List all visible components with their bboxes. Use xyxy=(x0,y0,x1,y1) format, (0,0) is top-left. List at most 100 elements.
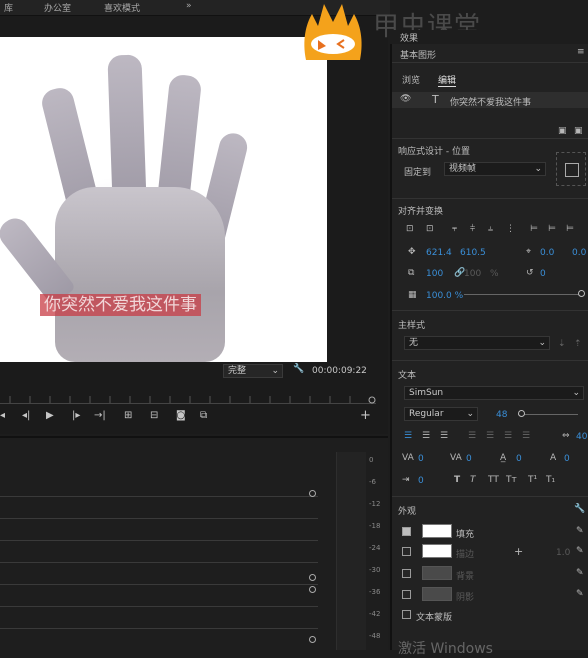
superscript-button[interactable]: T¹ xyxy=(528,475,537,485)
kerning-value[interactable]: 0 xyxy=(418,454,424,464)
eyedropper-icon[interactable]: ✎ xyxy=(576,568,584,578)
stroke-color-swatch[interactable] xyxy=(422,544,452,558)
scrub-bar[interactable] xyxy=(0,390,376,404)
step-forward-icon[interactable]: |▸ xyxy=(72,410,80,421)
rotation-value[interactable]: 0 xyxy=(540,269,546,279)
position-y-value[interactable]: 610.5 xyxy=(460,248,486,258)
justify-right-icon[interactable]: ☰ xyxy=(504,431,512,441)
baseline-value[interactable]: 0 xyxy=(516,454,522,464)
align-text-right-icon[interactable]: ☰ xyxy=(440,431,448,441)
brand-logo-icon xyxy=(300,0,366,66)
add-stroke-icon[interactable]: + xyxy=(514,545,523,558)
layer-options-icon[interactable]: ▣ xyxy=(574,126,583,136)
push-up-icon[interactable]: ⇡ xyxy=(574,339,582,349)
stroke-width-value[interactable]: 1.0 xyxy=(556,548,570,558)
divider xyxy=(392,310,588,311)
all-caps-button[interactable]: TT xyxy=(488,475,499,485)
font-size-slider-thumb[interactable] xyxy=(518,410,525,417)
wrench-icon[interactable]: 🔧 xyxy=(574,504,585,514)
layer-row[interactable]: 👁 T 你突然不爱我这件事 xyxy=(392,92,588,108)
eye-icon[interactable]: 👁 xyxy=(400,94,411,104)
align-top-icon[interactable]: ⫧ xyxy=(452,224,457,234)
extract-icon[interactable]: ⊟ xyxy=(150,410,158,421)
font-family-dropdown[interactable]: SimSun ⌄ xyxy=(404,386,584,400)
mark-in-icon[interactable]: ◂ xyxy=(0,410,5,421)
track-handle[interactable] xyxy=(309,490,316,497)
more-workspaces-icon[interactable]: » xyxy=(186,1,192,11)
pin-to-dropdown[interactable]: 视频帧 ⌄ xyxy=(444,162,546,176)
font-size-slider[interactable] xyxy=(518,414,578,415)
align-left-icon[interactable]: ⊨ xyxy=(530,224,538,234)
align-right-icon[interactable]: ⊨ xyxy=(566,224,574,234)
wrench-icon[interactable]: 🔧 xyxy=(293,364,304,374)
stroke-checkbox[interactable] xyxy=(402,547,411,556)
master-style-dropdown[interactable]: 无 ⌄ xyxy=(404,336,550,350)
shadow-checkbox[interactable] xyxy=(402,590,411,599)
chevron-down-icon: ⌄ xyxy=(466,409,474,419)
comparison-view-icon[interactable]: ⧉ xyxy=(200,410,207,421)
opacity-slider[interactable] xyxy=(464,294,582,295)
export-frame-icon[interactable]: ◙ xyxy=(176,410,186,421)
justify-left-icon[interactable]: ☰ xyxy=(468,431,476,441)
eyedropper-icon[interactable]: ✎ xyxy=(576,589,584,599)
font-size-value[interactable]: 48 xyxy=(496,410,507,420)
tsume-value[interactable]: 0 xyxy=(564,454,570,464)
faux-italic-button[interactable]: T xyxy=(470,475,476,485)
tab-width-value[interactable]: 0 xyxy=(418,476,424,486)
align-bottom-icon[interactable]: ⫨ xyxy=(488,224,493,234)
workspace-tab-office[interactable]: 办公室 xyxy=(44,1,71,14)
font-style-dropdown[interactable]: Regular ⌄ xyxy=(404,407,478,421)
new-layer-icon[interactable]: ▣ xyxy=(558,126,567,136)
opacity-slider-thumb[interactable] xyxy=(578,290,585,297)
background-color-swatch[interactable] xyxy=(422,566,452,580)
position-x-value[interactable]: 621.4 xyxy=(426,248,452,258)
track-handle[interactable] xyxy=(309,636,316,643)
background-checkbox[interactable] xyxy=(402,569,411,578)
tsume-icon: A xyxy=(550,453,557,463)
pin-anchor-icon[interactable] xyxy=(556,152,586,186)
fill-color-swatch[interactable] xyxy=(422,524,452,538)
fit-dropdown[interactable]: 完整 ⌄ xyxy=(223,364,283,378)
tracking-value[interactable]: 400 xyxy=(576,432,588,442)
justify-center-icon[interactable]: ☰ xyxy=(486,431,494,441)
step-back-icon[interactable]: ◂| xyxy=(22,410,30,421)
scale-value[interactable]: 100 xyxy=(426,269,443,279)
shadow-color-swatch[interactable] xyxy=(422,587,452,601)
fill-checkbox[interactable] xyxy=(402,527,411,536)
track-handle[interactable] xyxy=(309,586,316,593)
workspace-tab-favorite[interactable]: 喜欢模式 xyxy=(104,1,140,14)
align-vertical-center-icon[interactable]: ⊡ xyxy=(406,224,414,234)
justify-all-icon[interactable]: ☰ xyxy=(522,431,530,441)
opacity-value[interactable]: 100.0 % xyxy=(426,291,463,301)
tab-browse[interactable]: 浏览 xyxy=(402,73,420,86)
anchor-x-value[interactable]: 0.0 xyxy=(540,248,554,258)
anchor-y-value[interactable]: 0.0 xyxy=(572,248,586,258)
go-to-out-icon[interactable]: →| xyxy=(94,410,106,421)
lift-icon[interactable]: ⊞ xyxy=(124,410,132,421)
align-text-center-icon[interactable]: ☰ xyxy=(422,431,430,441)
text-mask-checkbox[interactable] xyxy=(402,610,411,619)
align-middle-icon[interactable]: ⫩ xyxy=(470,224,475,234)
align-center-icon[interactable]: ⊨ xyxy=(548,224,556,234)
faux-bold-button[interactable]: T xyxy=(454,475,460,485)
subtitle-text[interactable]: 你突然不爱我这件事 xyxy=(40,294,201,316)
eyedropper-icon[interactable]: ✎ xyxy=(576,546,584,556)
push-down-icon[interactable]: ⇣ xyxy=(558,339,566,349)
leading-value[interactable]: 0 xyxy=(466,454,472,464)
effects-tab[interactable]: 效果 xyxy=(400,31,418,44)
meter-label: -42 xyxy=(369,610,381,618)
distribute-icon[interactable]: ⋮ xyxy=(506,224,515,234)
align-text-left-icon[interactable]: ☰ xyxy=(404,431,412,441)
video-frame: 你突然不爱我这件事 xyxy=(0,37,327,362)
workspace-tab-library[interactable]: 库 xyxy=(4,1,13,14)
align-horizontal-center-icon[interactable]: ⊡ xyxy=(426,224,434,234)
small-caps-button[interactable]: Tт xyxy=(506,475,517,485)
play-icon[interactable]: ▶ xyxy=(46,410,54,421)
tab-edit[interactable]: 编辑 xyxy=(438,73,457,87)
add-button-icon[interactable]: + xyxy=(360,408,371,423)
track-handle[interactable] xyxy=(309,574,316,581)
panel-menu-icon[interactable]: ≡ xyxy=(577,47,585,57)
subscript-button[interactable]: T₁ xyxy=(546,475,555,485)
text-mask-label: 文本蒙版 xyxy=(416,613,453,623)
eyedropper-icon[interactable]: ✎ xyxy=(576,526,584,536)
